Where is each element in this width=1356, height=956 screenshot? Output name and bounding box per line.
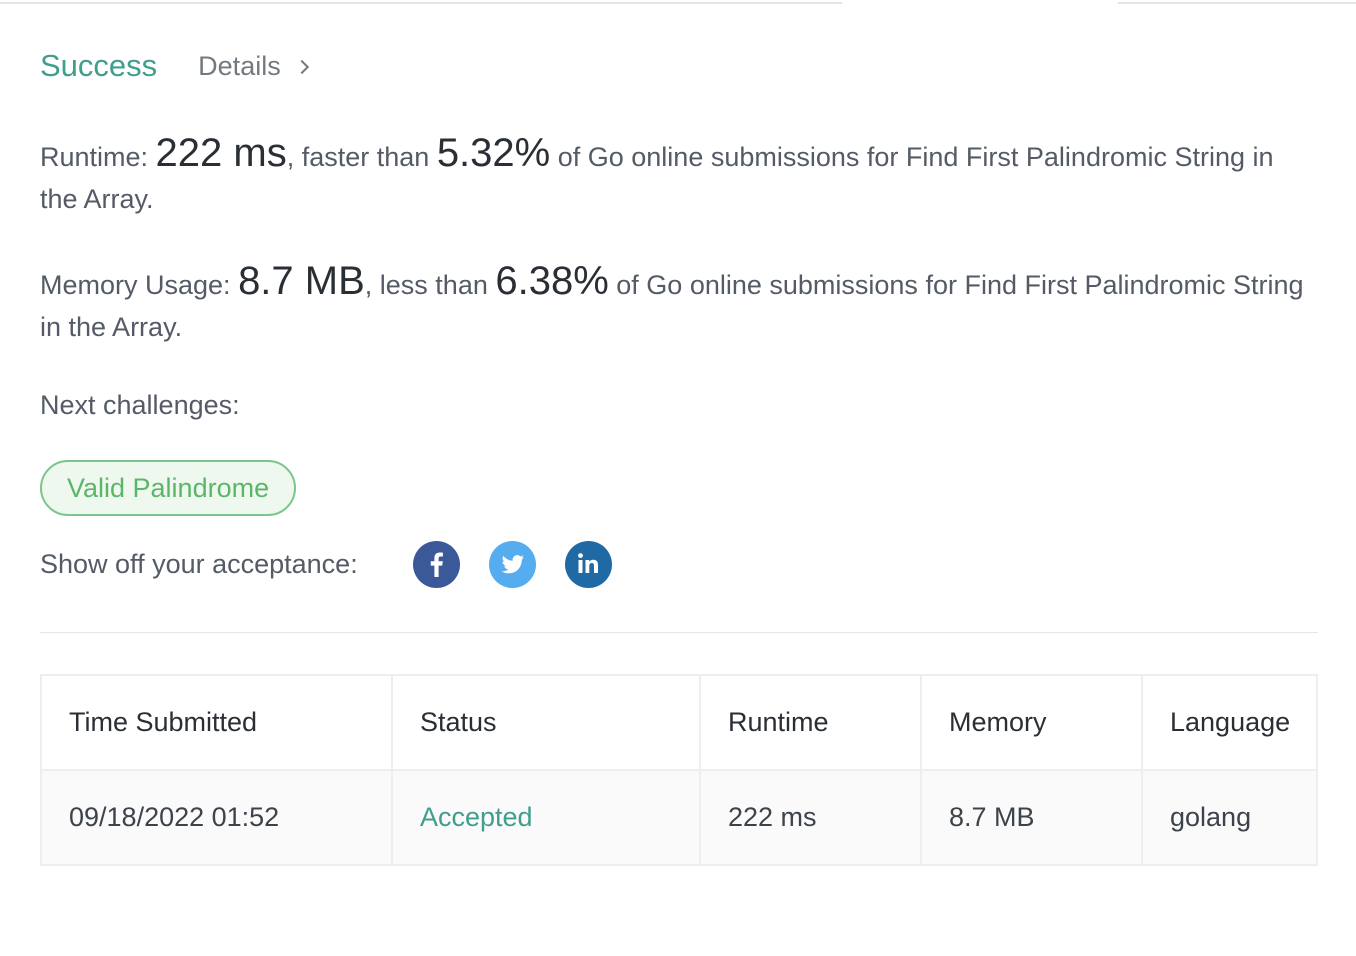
- memory-mid: , less than: [364, 270, 496, 300]
- challenge-valid-palindrome[interactable]: Valid Palindrome: [40, 460, 297, 516]
- runtime-prefix: Runtime:: [40, 142, 156, 172]
- cell-memory: 8.7 MB: [920, 769, 1143, 866]
- result-header: Success Details: [40, 48, 309, 84]
- table-header-row: Time Submitted Status Runtime Memory Lan…: [40, 674, 1318, 771]
- chevron-right-icon: [294, 59, 309, 75]
- tab-strip: [0, 0, 1356, 4]
- runtime-mid: , faster than: [286, 142, 437, 172]
- twitter-icon[interactable]: [488, 540, 536, 588]
- linkedin-icon[interactable]: [564, 540, 612, 588]
- header-memory[interactable]: Memory: [920, 674, 1143, 771]
- memory-percent: 6.38%: [495, 259, 609, 303]
- header-time-submitted[interactable]: Time Submitted: [40, 674, 393, 771]
- memory-prefix: Memory Usage:: [40, 270, 239, 300]
- runtime-summary: Runtime: 222 ms, faster than 5.32% of Go…: [40, 132, 1310, 220]
- tab-underline-left: [0, 2, 842, 4]
- header-runtime[interactable]: Runtime: [699, 674, 922, 771]
- section-divider: [40, 632, 1318, 633]
- cell-language: golang: [1141, 769, 1318, 866]
- status-success-label: Success: [40, 48, 158, 83]
- table-row: 09/18/2022 01:52 Accepted 222 ms 8.7 MB …: [40, 769, 1318, 866]
- header-language[interactable]: Language: [1141, 674, 1318, 771]
- cell-time-submitted: 09/18/2022 01:52: [40, 769, 393, 866]
- memory-summary: Memory Usage: 8.7 MB, less than 6.38% of…: [40, 260, 1310, 348]
- details-link[interactable]: Details: [198, 50, 309, 82]
- details-label: Details: [198, 50, 281, 81]
- next-challenges-label: Next challenges:: [40, 390, 240, 420]
- memory-value: 8.7 MB: [238, 259, 365, 303]
- cell-status-accepted[interactable]: Accepted: [391, 769, 701, 866]
- header-status[interactable]: Status: [391, 674, 701, 771]
- submissions-table: Time Submitted Status Runtime Memory Lan…: [40, 674, 1318, 866]
- share-row: Show off your acceptance:: [40, 540, 612, 588]
- cell-runtime: 222 ms: [699, 769, 922, 866]
- facebook-icon[interactable]: [412, 540, 460, 588]
- share-label: Show off your acceptance:: [40, 548, 358, 579]
- runtime-percent: 5.32%: [436, 131, 551, 175]
- tab-underline-right: [1118, 2, 1356, 4]
- runtime-value: 222 ms: [155, 131, 287, 175]
